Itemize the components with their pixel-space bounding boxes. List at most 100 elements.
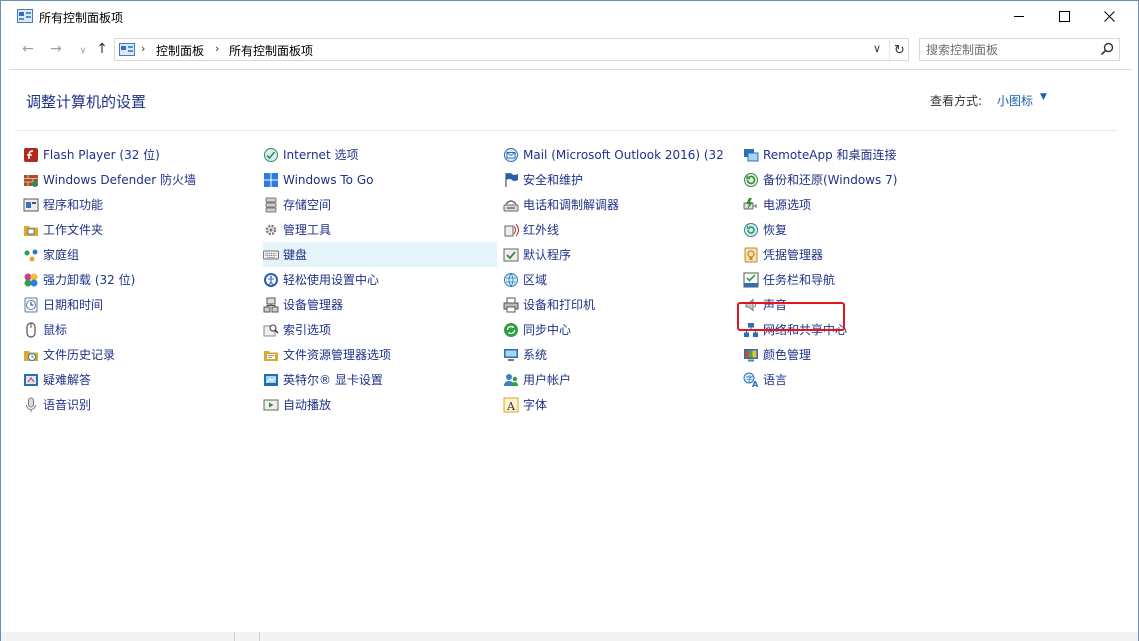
control-panel-item[interactable]: 凭据管理器 [743,242,965,267]
control-panel-item[interactable]: 系统 [503,342,725,367]
device-manager-icon [263,297,279,313]
minimize-button[interactable] [996,1,1042,32]
control-panel-item-label: 家庭组 [43,248,80,262]
control-panel-item[interactable]: 程序和功能 [23,192,245,217]
forward-button[interactable]: → [45,38,67,60]
control-panel-item[interactable]: 同步中心 [503,317,725,342]
control-panel-item[interactable]: 存储空间 [263,192,497,217]
default-programs-icon [503,247,519,263]
sync-icon [503,322,519,338]
address-dropdown-button[interactable]: ∨ [873,42,881,55]
user-accounts-icon [503,372,519,388]
page-title: 调整计算机的设置 [26,93,147,111]
control-panel-item[interactable]: 颜色管理 [743,342,965,367]
up-button[interactable]: ↑ [91,38,113,60]
ease-of-access-icon [263,272,279,288]
control-panel-item[interactable]: 疑难解答 [23,367,245,392]
address-bar[interactable]: › 控制面板 › 所有控制面板项 ∨ ↻ [114,38,909,61]
control-panel-item-label: 设备管理器 [283,298,344,312]
control-panel-item[interactable]: 自动播放 [263,392,497,417]
maximize-icon [1058,11,1070,22]
infrared-icon [503,222,519,238]
refresh-button[interactable]: ↻ [889,40,909,60]
control-panel-item[interactable]: 任务栏和导航 [743,267,965,292]
control-panel-item[interactable]: RemoteApp 和桌面连接 [743,142,965,167]
control-panel-item[interactable]: 文件资源管理器选项 [263,342,497,367]
chevron-right-icon[interactable]: › [215,42,219,55]
control-panel-item-label: 英特尔® 显卡设置 [283,373,383,387]
control-panel-item-label: 任务栏和导航 [763,273,836,287]
control-panel-item[interactable]: 索引选项 [263,317,497,342]
control-panel-item-label: Internet 选项 [283,148,359,162]
control-panel-item[interactable]: 设备管理器 [263,292,497,317]
control-panel-item[interactable]: 工作文件夹 [23,217,245,242]
search-input[interactable] [926,42,1091,58]
control-panel-item[interactable]: 设备和打印机 [503,292,725,317]
recovery-icon [743,222,759,238]
folder-options-icon [263,347,279,363]
control-panel-item[interactable]: 恢复 [743,217,965,242]
control-panel-item[interactable]: 用户帐户 [503,367,725,392]
title-bar: 所有控制面板项 [1,1,1138,32]
back-button[interactable]: ← [17,38,39,60]
control-panel-item[interactable]: 字 A 语言 [743,367,965,392]
control-panel-item[interactable]: Flash Player (32 位) [23,142,245,167]
control-panel-item[interactable]: 家庭组 [23,242,245,267]
phone-modem-icon [503,197,519,213]
control-panel-item[interactable]: Windows Defender 防火墙 [23,167,245,192]
control-panel-item[interactable]: A 字体 [503,392,725,417]
system-icon [503,347,519,363]
search-icon[interactable] [1100,42,1114,56]
breadcrumb-all-items[interactable]: 所有控制面板项 [229,42,313,59]
control-panel-item[interactable]: 红外线 [503,217,725,242]
printer-icon [503,297,519,313]
control-panel-item[interactable]: 强力卸载 (32 位) [23,267,245,292]
svg-text:A: A [752,380,759,388]
control-panel-item[interactable]: 语音识别 [23,392,245,417]
close-button[interactable] [1086,1,1132,32]
content-pane: 调整计算机的设置 查看方式: 小图标 ▼ Flash Player (32 位)… [9,70,1132,632]
control-panel-item[interactable]: 默认程序 [503,242,725,267]
control-panel-item-label: 键盘 [283,248,308,262]
control-panel-item-label: 凭据管理器 [763,248,824,262]
status-bar [1,632,1138,641]
taskbar-icon [743,272,759,288]
control-panel-item[interactable]: 鼠标 [23,317,245,342]
control-panel-item[interactable]: Internet 选项 [263,142,497,167]
control-panel-item[interactable]: 日期和时间 [23,292,245,317]
control-panel-item[interactable]: 键盘 [263,242,497,267]
control-panel-item[interactable]: 电源选项 [743,192,965,217]
search-box[interactable] [919,38,1120,61]
triangle-down-icon[interactable]: ▼ [1040,92,1047,102]
control-panel-item-label: 区域 [523,273,548,287]
internet-options-icon [263,147,279,163]
control-panel-item[interactable]: Mail (Microsoft Outlook 2016) (32 位) [503,142,725,167]
control-panel-item[interactable]: 英特尔® 显卡设置 [263,367,497,392]
control-panel-item-label: 字体 [523,398,548,412]
maximize-button[interactable] [1041,1,1087,32]
microphone-icon [23,397,39,413]
control-panel-item-label: Windows To Go [283,172,374,187]
control-panel-item[interactable]: 管理工具 [263,217,497,242]
control-panel-icon [119,43,135,56]
close-icon [1103,11,1115,22]
arrow-right-icon: → [50,41,62,57]
backup-icon [743,172,759,188]
flag-icon [503,172,519,188]
control-panel-item[interactable]: 备份和还原(Windows 7) [743,167,965,192]
control-panel-item[interactable]: Windows To Go [263,167,497,192]
control-panel-item[interactable]: 安全和维护 [503,167,725,192]
view-by-dropdown[interactable]: 小图标 [997,92,1033,109]
minimize-icon [1013,16,1024,17]
control-panel-item[interactable]: 电话和调制解调器 [503,192,725,217]
control-panel-item[interactable]: 轻松使用设置中心 [263,267,497,292]
chevron-right-icon[interactable]: › [141,42,145,55]
control-panel-item[interactable]: 区域 [503,267,725,292]
mail-icon [503,147,519,163]
control-panel-icon [17,9,33,23]
breadcrumb-control-panel[interactable]: 控制面板 [156,42,204,59]
svg-text:A: A [506,400,516,413]
control-panel-item[interactable]: 文件历史记录 [23,342,245,367]
control-panel-item-label: 自动播放 [283,398,332,412]
arrow-up-icon: ↑ [96,41,108,57]
